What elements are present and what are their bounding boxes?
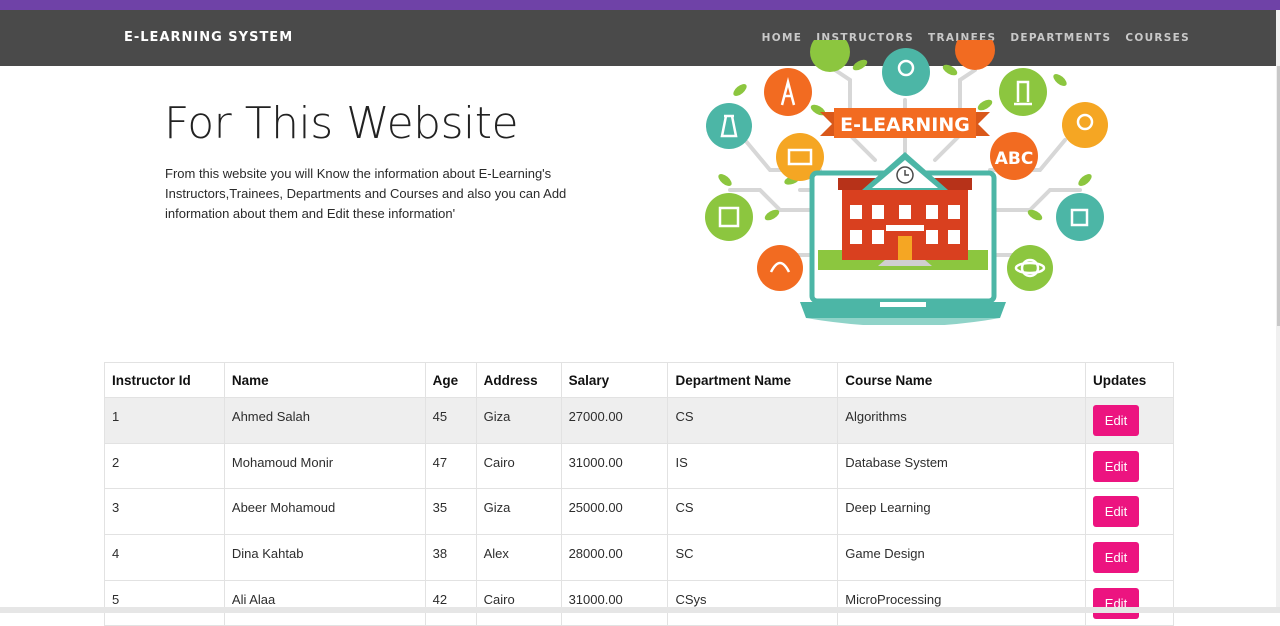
edit-button[interactable]: Edit <box>1092 450 1139 482</box>
svg-text:ABC: ABC <box>995 149 1034 169</box>
cell-salary: 25000.00 <box>560 488 669 536</box>
table-row: 1 Ahmed Salah 45 Giza 27000.00 CS Algori… <box>104 397 1175 444</box>
cell-department: IS <box>667 442 839 490</box>
cell-age: 38 <box>424 534 477 581</box>
table-row: 4 Dina Kahtab 38 Alex 28000.00 SC Game D… <box>104 534 1175 581</box>
cell-course: MicroProcessing <box>837 579 1086 626</box>
cell-age: 35 <box>424 488 477 536</box>
cell-salary: 31000.00 <box>560 442 669 490</box>
instructors-table-container: Instructor Id Name Age Address Salary De… <box>104 362 1175 626</box>
instructors-table: Instructor Id Name Age Address Salary De… <box>104 362 1175 626</box>
cell-id: 5 <box>104 579 225 626</box>
header-salary: Salary <box>560 362 669 398</box>
cell-name: Dina Kahtab <box>223 534 426 581</box>
header-address: Address <box>475 362 562 398</box>
cell-id: 3 <box>104 488 225 536</box>
header-department-name: Department Name <box>667 362 839 398</box>
cell-salary: 28000.00 <box>560 534 669 581</box>
cell-address: Alex <box>475 534 562 581</box>
cell-address: Cairo <box>475 579 562 626</box>
cell-department: SC <box>667 534 839 581</box>
top-accent-bar <box>0 0 1280 10</box>
hero-description: From this website you will Know the info… <box>165 166 567 221</box>
table-row: 5 Ali Alaa 42 Cairo 31000.00 CSys MicroP… <box>104 579 1175 626</box>
table-row: 2 Mohamoud Monir 47 Cairo 31000.00 IS Da… <box>104 442 1175 490</box>
edit-button[interactable]: Edit <box>1092 404 1139 436</box>
cell-age: 47 <box>424 442 477 490</box>
cell-age: 42 <box>424 579 477 626</box>
cell-department: CS <box>667 397 839 444</box>
cell-address: Giza <box>475 397 562 444</box>
cell-updates: Edit <box>1084 488 1175 536</box>
header-age: Age <box>424 362 477 398</box>
nav-link-courses[interactable]: COURSES <box>1125 32 1190 44</box>
brand-logo[interactable]: E-LEARNING SYSTEM <box>124 30 293 45</box>
cell-updates: Edit <box>1084 534 1175 581</box>
cell-salary: 31000.00 <box>560 579 669 626</box>
header-updates: Updates <box>1084 362 1175 398</box>
cell-age: 45 <box>424 397 477 444</box>
table-header-row: Instructor Id Name Age Address Salary De… <box>104 362 1175 398</box>
cell-course: Game Design <box>837 534 1086 581</box>
cell-address: Giza <box>475 488 562 536</box>
bottom-browser-bar <box>0 607 1280 613</box>
cell-name: Ali Alaa <box>223 579 426 626</box>
header-course-name: Course Name <box>837 362 1086 398</box>
banner-text: E-LEARNING <box>840 114 970 136</box>
cell-course: Database System <box>837 442 1086 490</box>
cell-updates: Edit <box>1084 397 1175 444</box>
cell-salary: 27000.00 <box>560 397 669 444</box>
cell-name: Ahmed Salah <box>223 397 426 444</box>
cell-id: 4 <box>104 534 225 581</box>
header-name: Name <box>223 362 426 398</box>
table-row: 3 Abeer Mohamoud 35 Giza 25000.00 CS Dee… <box>104 488 1175 536</box>
edit-button[interactable]: Edit <box>1092 496 1139 528</box>
cell-course: Algorithms <box>837 397 1086 444</box>
cell-id: 2 <box>104 442 225 490</box>
cell-department: CSys <box>667 579 839 626</box>
cell-department: CS <box>667 488 839 536</box>
cell-updates: Edit <box>1084 442 1175 490</box>
header-instructor-id: Instructor Id <box>104 362 225 398</box>
cell-name: Abeer Mohamoud <box>223 488 426 536</box>
cell-updates: Edit <box>1084 579 1175 626</box>
e-learning-illustration: ABC E-LEARNING <box>705 40 1108 325</box>
cell-address: Cairo <box>475 442 562 490</box>
cell-id: 1 <box>104 397 225 444</box>
hero-title: For This Website <box>164 98 519 149</box>
edit-button[interactable]: Edit <box>1092 541 1139 573</box>
cell-course: Deep Learning <box>837 488 1086 536</box>
cell-name: Mohamoud Monir <box>223 442 426 490</box>
edit-button[interactable]: Edit <box>1092 587 1139 619</box>
